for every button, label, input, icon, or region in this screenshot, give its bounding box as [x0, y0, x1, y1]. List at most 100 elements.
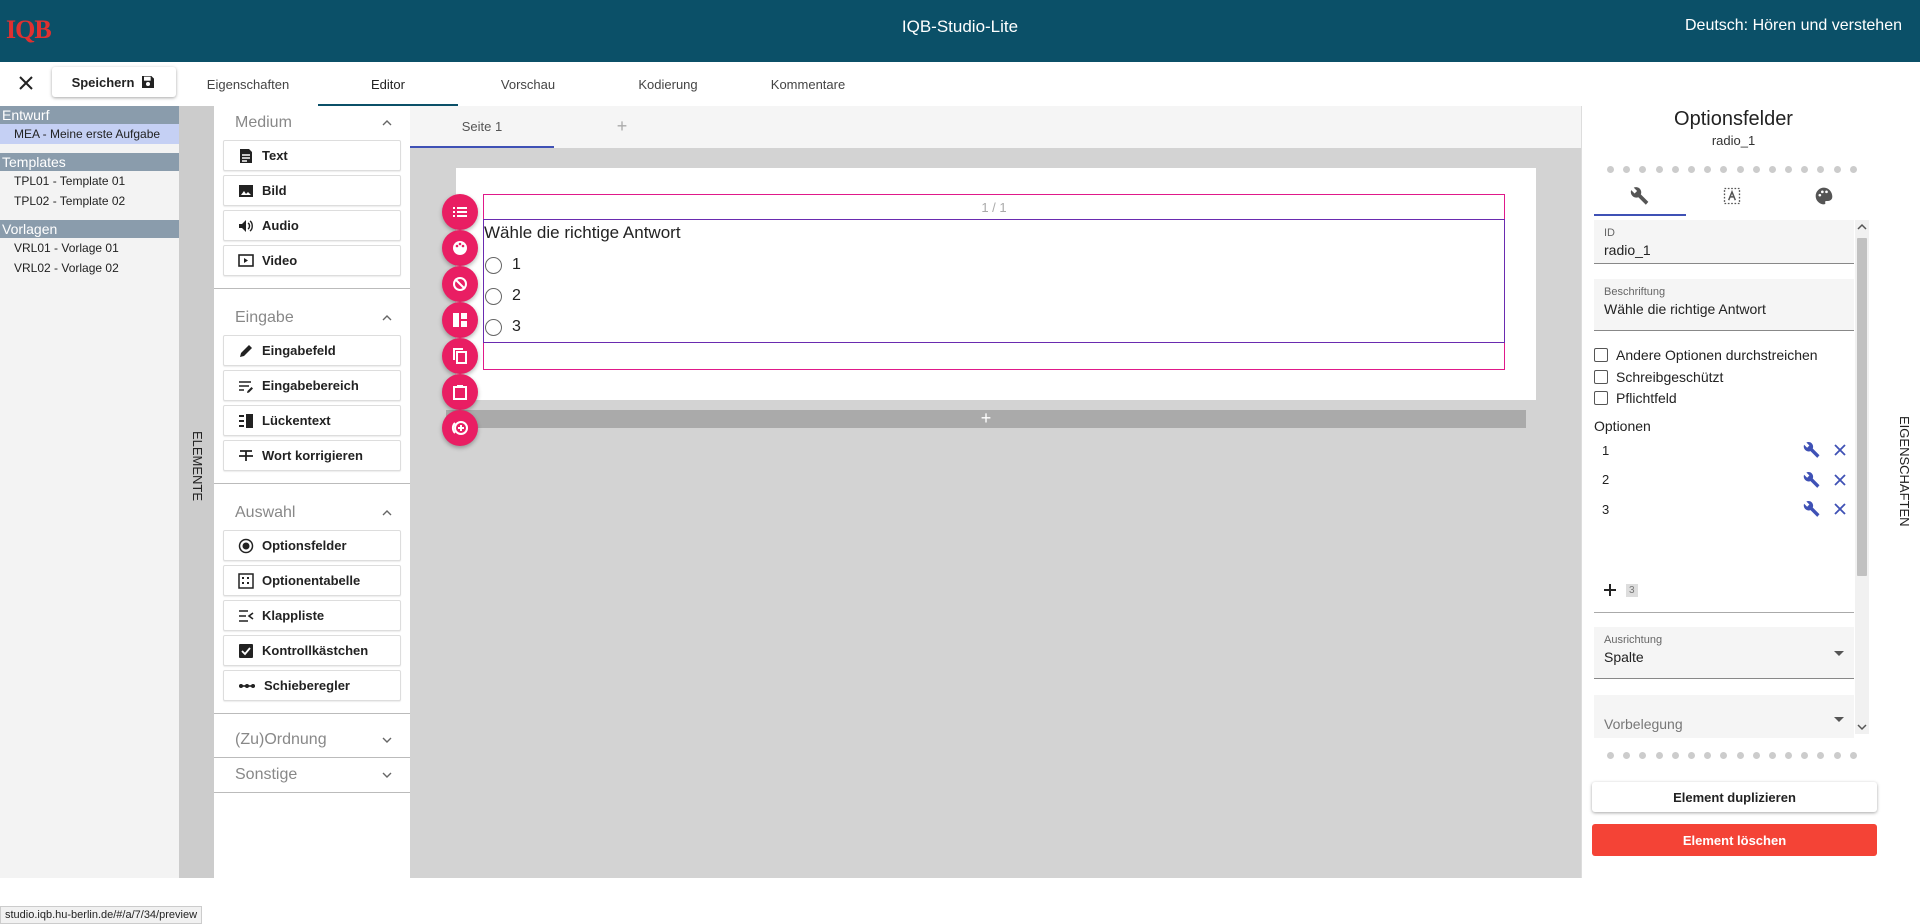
add-schieberegler-button[interactable]: Schieberegler	[223, 670, 401, 701]
radio-button[interactable]	[485, 318, 502, 336]
add-audio-button[interactable]: Audio	[223, 210, 401, 241]
add-circle-icon[interactable]	[442, 410, 478, 446]
properties-tabs	[1594, 176, 1870, 216]
chevron-up-icon	[382, 120, 392, 126]
tab-eigenschaften[interactable]: Eigenschaften	[178, 62, 318, 106]
add-eingabebereich-button[interactable]: Eingabebereich	[223, 370, 401, 401]
add-kontrollkaestchen-button[interactable]: Kontrollkästchen	[223, 635, 401, 666]
add-icon[interactable]	[1602, 582, 1618, 598]
format-clear-icon[interactable]	[442, 266, 478, 302]
section[interactable]: 1 / 1 Wähle die richtige Antwort 1 2 3	[483, 194, 1505, 370]
unit-list-item[interactable]: VRL02 - Vorlage 02	[0, 258, 179, 278]
radio-button[interactable]	[485, 287, 502, 305]
add-eingabefeld-button[interactable]: Eingabefeld	[223, 335, 401, 366]
duplicate-element-button[interactable]: Element duplizieren	[1592, 782, 1877, 812]
add-page-button[interactable]: +	[612, 116, 632, 136]
tab-kommentare[interactable]: Kommentare	[738, 62, 878, 106]
add-text-button[interactable]: Text	[223, 140, 401, 171]
add-lueckentext-button[interactable]: Lückentext	[223, 405, 401, 436]
add-optionsfelder-button[interactable]: Optionsfelder	[223, 530, 401, 561]
wrench-icon	[1630, 187, 1649, 205]
option-row: 3	[1594, 495, 1854, 523]
properties-label: EIGENSCHAFTEN	[1897, 416, 1912, 527]
unit-list-item[interactable]: VRL01 - Vorlage 01	[0, 238, 179, 258]
list-icon[interactable]	[442, 194, 478, 230]
elements-label: ELEMENTE	[190, 430, 205, 502]
wrench-icon[interactable]	[1798, 466, 1826, 494]
element-button-label: Audio	[262, 218, 299, 233]
properties-drawer-toggle[interactable]: EIGENSCHAFTEN	[1884, 106, 1920, 878]
unit-list-item[interactable]: TPL02 - Template 02	[0, 191, 179, 211]
close-icon[interactable]	[14, 71, 38, 95]
add-bild-button[interactable]: Bild	[223, 175, 401, 206]
section-header-eingabe[interactable]: Eingabe	[214, 301, 410, 335]
radio-option[interactable]: 3	[485, 318, 521, 336]
schieberegler-icon	[238, 678, 256, 694]
wrench-icon[interactable]	[1798, 495, 1826, 523]
dot	[1817, 166, 1825, 173]
section-header-auswahl[interactable]: Auswahl	[214, 496, 410, 530]
tab-page-1[interactable]: Seite 1	[410, 106, 554, 148]
checkbox-box[interactable]	[1594, 348, 1608, 362]
dot	[1704, 752, 1712, 759]
section-header-medium[interactable]: Medium	[214, 106, 410, 140]
tab-vorschau[interactable]: Vorschau	[458, 62, 598, 106]
tab-editor[interactable]: Editor	[318, 62, 458, 106]
option-row: 1	[1594, 436, 1854, 464]
section-header-zu-ordnung[interactable]: (Zu)Ordnung	[214, 723, 410, 757]
delete-element-button[interactable]: Element löschen	[1592, 824, 1877, 856]
checkbox-box[interactable]	[1594, 391, 1608, 405]
add-section-button[interactable]: +	[446, 409, 1526, 428]
element-panel: Medium Text Bild Audio Video Eingabe Eingabefe…	[214, 106, 410, 878]
new-option-input[interactable]: 3	[1626, 583, 1638, 597]
properties-scrollbar[interactable]	[1855, 220, 1869, 734]
radio-option[interactable]: 2	[485, 287, 521, 305]
unit-list-item[interactable]: MEA - Meine erste Aufgabe	[0, 124, 179, 144]
tab-kodierung[interactable]: Kodierung	[598, 62, 738, 106]
add-video-button[interactable]: Video	[223, 245, 401, 276]
section-header-sonstige[interactable]: Sonstige	[214, 758, 410, 792]
add-wort-korrigieren-button[interactable]: Wort korrigieren	[223, 440, 401, 471]
dot	[1623, 166, 1631, 173]
dot	[1704, 166, 1712, 173]
save-button[interactable]: Speichern	[52, 67, 176, 97]
preset-select[interactable]: Vorbelegung	[1594, 695, 1854, 738]
close-icon[interactable]	[1826, 466, 1854, 494]
wrench-icon[interactable]	[1798, 436, 1826, 464]
dot	[1833, 166, 1841, 173]
copy-icon[interactable]	[442, 338, 478, 374]
checkbox-readonly[interactable]: Schreibgeschützt	[1594, 369, 1723, 385]
radio-button[interactable]	[485, 256, 502, 274]
close-icon[interactable]	[1826, 495, 1854, 523]
page-canvas: 1 / 1 Wähle die richtige Antwort 1 2 3	[456, 168, 1536, 400]
layout-icon[interactable]	[442, 302, 478, 338]
dot	[1768, 166, 1776, 173]
checkbox-box[interactable]	[1594, 370, 1608, 384]
checkbox-required[interactable]: Pflichtfeld	[1594, 390, 1677, 406]
palette-icon[interactable]	[442, 230, 478, 266]
elements-drawer-toggle[interactable]: ELEMENTE	[179, 106, 214, 878]
tab-properties-style[interactable]	[1778, 176, 1870, 216]
checkbox-strike-others[interactable]: Andere Optionen durchstreichen	[1594, 347, 1818, 363]
toolbar: Speichern Eigenschaften Editor Vorschau Kod…	[0, 62, 1920, 170]
clipboard-icon[interactable]	[442, 374, 478, 410]
id-field[interactable]: ID radio_1	[1594, 220, 1854, 264]
add-klappliste-button[interactable]: Klappliste	[223, 600, 401, 631]
radio-option[interactable]: 1	[485, 256, 521, 274]
dot	[1752, 752, 1760, 759]
tab-properties-text[interactable]	[1686, 176, 1778, 216]
unit-list-item[interactable]: TPL01 - Template 01	[0, 171, 179, 191]
video-icon	[238, 253, 254, 269]
close-icon[interactable]	[1826, 436, 1854, 464]
kontrollkaestchen-icon	[238, 643, 254, 659]
save-icon	[142, 76, 155, 88]
main-tabs: Eigenschaften Editor Vorschau Kodierung Komm…	[178, 62, 878, 106]
alignment-label: Ausrichtung	[1604, 634, 1663, 646]
dot	[1720, 752, 1728, 759]
tab-properties-general[interactable]	[1594, 176, 1686, 216]
dot	[1607, 752, 1614, 759]
add-optionentabelle-button[interactable]: Optionentabelle	[223, 565, 401, 596]
caption-field[interactable]: Beschriftung Wähle die richtige Antwort	[1594, 279, 1854, 331]
alignment-select[interactable]: Ausrichtung Spalte	[1594, 627, 1854, 679]
radio-element[interactable]: Wähle die richtige Antwort 1 2 3	[483, 219, 1505, 343]
